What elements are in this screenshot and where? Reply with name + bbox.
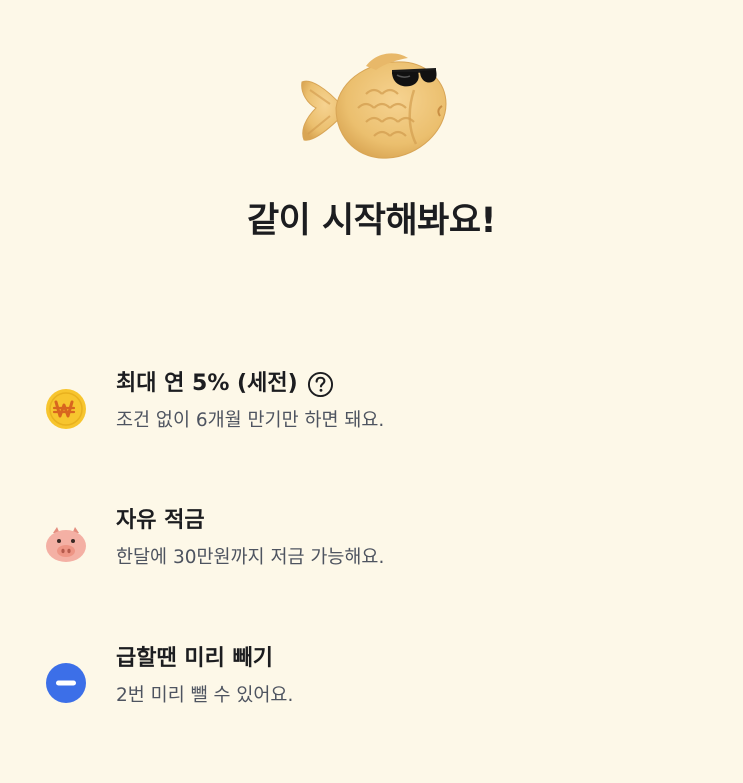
feature-title-text: 최대 연 5% (세전)	[116, 371, 298, 396]
feature-text: 최대 연 5% (세전) 조건 없이 6개월 만기만 하면 돼요.	[116, 368, 696, 434]
minus-circle-icon	[46, 663, 86, 703]
feature-interest-rate: 최대 연 5% (세전) 조건 없이 6개월 만기만 하면 돼요.	[45, 368, 705, 448]
feature-title-text: 자유 적금	[116, 508, 205, 533]
feature-text: 자유 적금 한달에 30만원까지 저금 가능해요.	[116, 505, 696, 571]
feature-title: 급할땐 미리 빼기	[116, 643, 696, 675]
piggy-bank-icon	[46, 527, 86, 562]
won-coin-icon	[46, 389, 86, 429]
feature-title-text: 급할땐 미리 빼기	[116, 646, 273, 671]
feature-description: 조건 없이 6개월 만기만 하면 돼요.	[116, 410, 385, 431]
page-title: 같이 시작해봐요!	[246, 201, 497, 241]
question-mark-circle-icon[interactable]	[307, 371, 334, 398]
feature-title: 최대 연 5% (세전)	[116, 368, 696, 400]
feature-description: 2번 미리 뺄 수 있어요.	[116, 685, 294, 706]
feature-text: 급할땐 미리 빼기 2번 미리 뺄 수 있어요.	[116, 643, 696, 709]
feature-description: 한달에 30만원까지 저금 가능해요.	[116, 547, 385, 568]
feature-title: 자유 적금	[116, 505, 696, 537]
feature-early-withdrawal: 급할땐 미리 빼기 2번 미리 뺄 수 있어요.	[45, 643, 705, 723]
feature-free-savings: 자유 적금 한달에 30만원까지 저금 가능해요.	[45, 505, 705, 585]
fish-bread-sunglasses-illustration	[301, 53, 447, 159]
